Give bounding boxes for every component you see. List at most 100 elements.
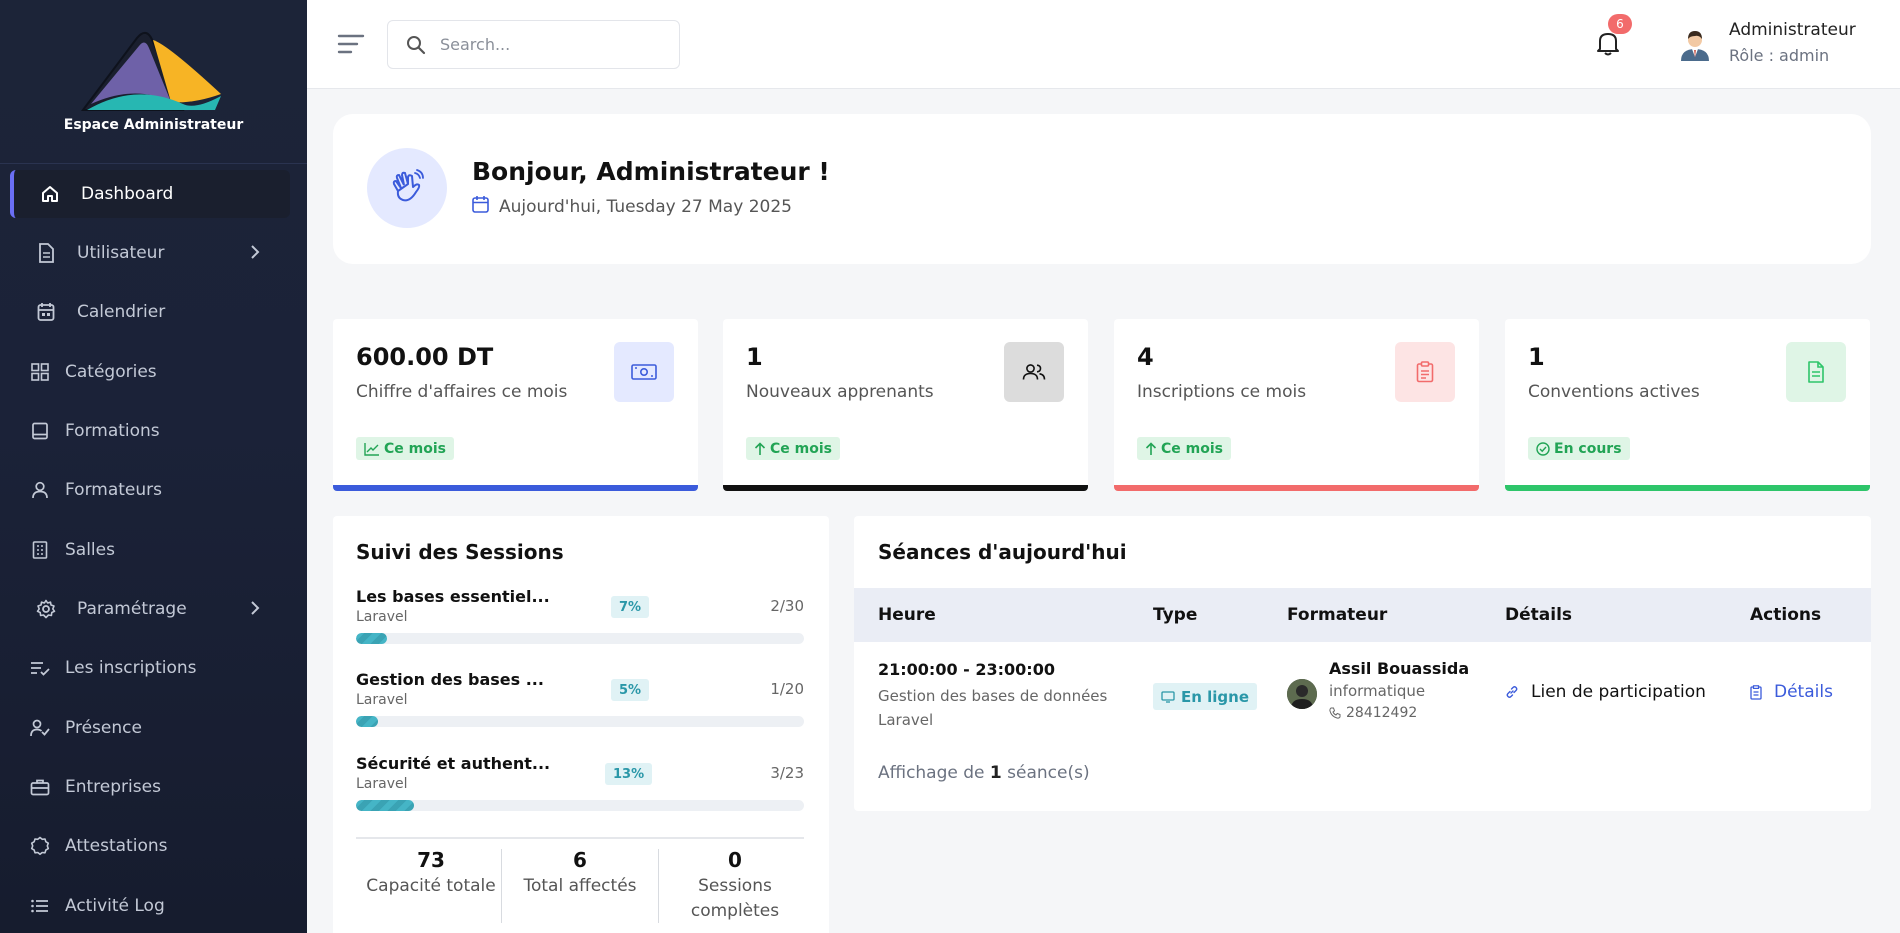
column-header: Heure [878, 605, 936, 625]
brand-title: Espace Administrateur [63, 117, 244, 133]
grid-icon [30, 362, 50, 382]
footer-suffix: séance(s) [1001, 763, 1090, 783]
sidebar-item-formateurs[interactable]: Formateurs [10, 466, 290, 514]
stat-label: Nouveaux apprenants [746, 382, 934, 402]
column-header: Actions [1750, 605, 1822, 625]
stat-accent-bar [1114, 485, 1479, 491]
details-button[interactable]: Détails [1750, 682, 1833, 702]
sidebar-item-label: Activité Log [65, 896, 165, 916]
participation-link[interactable]: Lien de participation [1505, 682, 1706, 702]
table-footer: Affichage de 1 séance(s) [878, 763, 1090, 783]
users-icon [1004, 342, 1064, 402]
type-badge: En ligne [1153, 683, 1258, 710]
sidebar-item-dashboard[interactable]: Dashboard [10, 170, 290, 218]
topbar: 6 Administrateur Rôle : admin [307, 0, 1900, 89]
brand: Espace Administrateur [0, 0, 307, 164]
divider [658, 849, 659, 923]
sidebar-item-label: Salles [65, 540, 115, 560]
avatar[interactable] [1678, 27, 1712, 61]
stat-tag-label: Ce mois [1161, 440, 1223, 457]
session-category: Laravel [356, 776, 408, 792]
sidebar-item-formations[interactable]: Formations [10, 407, 290, 455]
chevron-right-icon [250, 244, 260, 265]
sidebar-item-parametrage[interactable]: Paramétrage [10, 585, 290, 633]
greeting-date: Aujourd'hui, Tuesday 27 May 2025 [472, 195, 792, 218]
stat-value: 4 [1137, 343, 1154, 371]
search-input[interactable] [440, 35, 660, 54]
progress-track [356, 716, 804, 727]
divider [356, 837, 804, 839]
trend-icon [364, 442, 379, 456]
sidebar-item-label: Les inscriptions [65, 658, 197, 678]
sidebar-item-entreprises[interactable]: Entreprises [10, 763, 290, 811]
check-circle-icon [1536, 441, 1550, 456]
list-icon [30, 896, 50, 916]
briefcase-icon [30, 777, 50, 797]
user-icon [30, 480, 50, 500]
summary-complete: 0 Sessions complètes [670, 848, 800, 924]
building-icon [30, 540, 50, 560]
stat-value: 1 [1528, 343, 1545, 371]
sidebar-item-utilisateur[interactable]: Utilisateur [10, 229, 290, 277]
search-icon [406, 35, 426, 55]
session-percent: 5% [611, 679, 650, 701]
sidebar-item-label: Formations [65, 421, 160, 441]
stat-value: 600.00 DT [356, 343, 494, 371]
session-time: 21:00:00 - 23:00:00 [878, 660, 1055, 679]
stat-label: Inscriptions ce mois [1137, 382, 1307, 402]
stat-tag: Ce mois [1137, 437, 1231, 460]
user-check-icon [30, 718, 50, 738]
column-header: Détails [1505, 605, 1573, 625]
trainer-avatar [1287, 679, 1317, 709]
sidebar-item-label: Attestations [65, 836, 168, 856]
clipboard-icon [1750, 684, 1762, 700]
summary-assigned: 6 Total affectés [505, 848, 655, 899]
stat-card-learners: 1 Nouveaux apprenants Ce mois [723, 319, 1088, 491]
progress-fill [356, 800, 415, 811]
notification-badge: 6 [1608, 14, 1632, 34]
calendar-icon [36, 302, 56, 322]
stat-accent-bar [1505, 485, 1870, 491]
sidebar-item-presence[interactable]: Présence [10, 704, 290, 752]
sidebar-item-salles[interactable]: Salles [10, 526, 290, 574]
session-name: Les bases essentiel... [356, 587, 550, 606]
sidebar-item-label: Dashboard [81, 184, 174, 204]
calendar-icon [472, 195, 489, 218]
sidebar-item-categories[interactable]: Catégories [10, 348, 290, 396]
session-percent: 7% [611, 596, 650, 618]
stat-card-revenue: 600.00 DT Chiffre d'affaires ce mois Ce … [333, 319, 698, 491]
trainer-domain: informatique [1329, 682, 1426, 700]
participation-link-label[interactable]: Lien de participation [1531, 682, 1706, 702]
stat-label: Chiffre d'affaires ce mois [356, 382, 568, 402]
badge-icon [30, 836, 50, 856]
stat-tag-label: En cours [1554, 440, 1622, 457]
logo-icon [81, 31, 221, 111]
sessions-panel: Suivi des Sessions Les bases essentiel..… [333, 516, 829, 933]
session-name: Sécurité et authent... [356, 754, 551, 773]
table-header: Heure Type Formateur Détails Actions [854, 588, 1871, 642]
summary-label: Total affectés [523, 876, 637, 896]
details-label[interactable]: Détails [1774, 682, 1833, 702]
sidebar-item-inscriptions[interactable]: Les inscriptions [10, 644, 290, 692]
sidebar-item-activite-log[interactable]: Activité Log [10, 882, 290, 930]
column-header: Type [1153, 605, 1198, 625]
arrow-up-icon [754, 441, 766, 455]
stat-tag-label: Ce mois [384, 440, 446, 457]
sidebar-item-label: Formateurs [65, 480, 162, 500]
footer-prefix: Affichage de [878, 763, 990, 783]
user-name: Administrateur [1729, 20, 1856, 40]
link-icon [1506, 686, 1518, 698]
sidebar-item-attestations[interactable]: Attestations [10, 822, 290, 870]
stat-tag: En cours [1528, 437, 1630, 460]
list-check-icon [30, 658, 50, 678]
session-course: Gestion des bases de données Laravel [878, 687, 1108, 729]
search-box[interactable] [387, 20, 680, 69]
phone-icon [1329, 707, 1341, 719]
session-count: 2/30 [770, 597, 804, 615]
stat-tag: Ce mois [356, 437, 454, 460]
trainer-phone-text: 28412492 [1346, 705, 1418, 721]
menu-toggle-icon[interactable] [337, 33, 365, 55]
monitor-icon [1161, 690, 1175, 703]
session-category: Laravel [356, 692, 408, 708]
sidebar-item-calendrier[interactable]: Calendrier [10, 288, 290, 336]
